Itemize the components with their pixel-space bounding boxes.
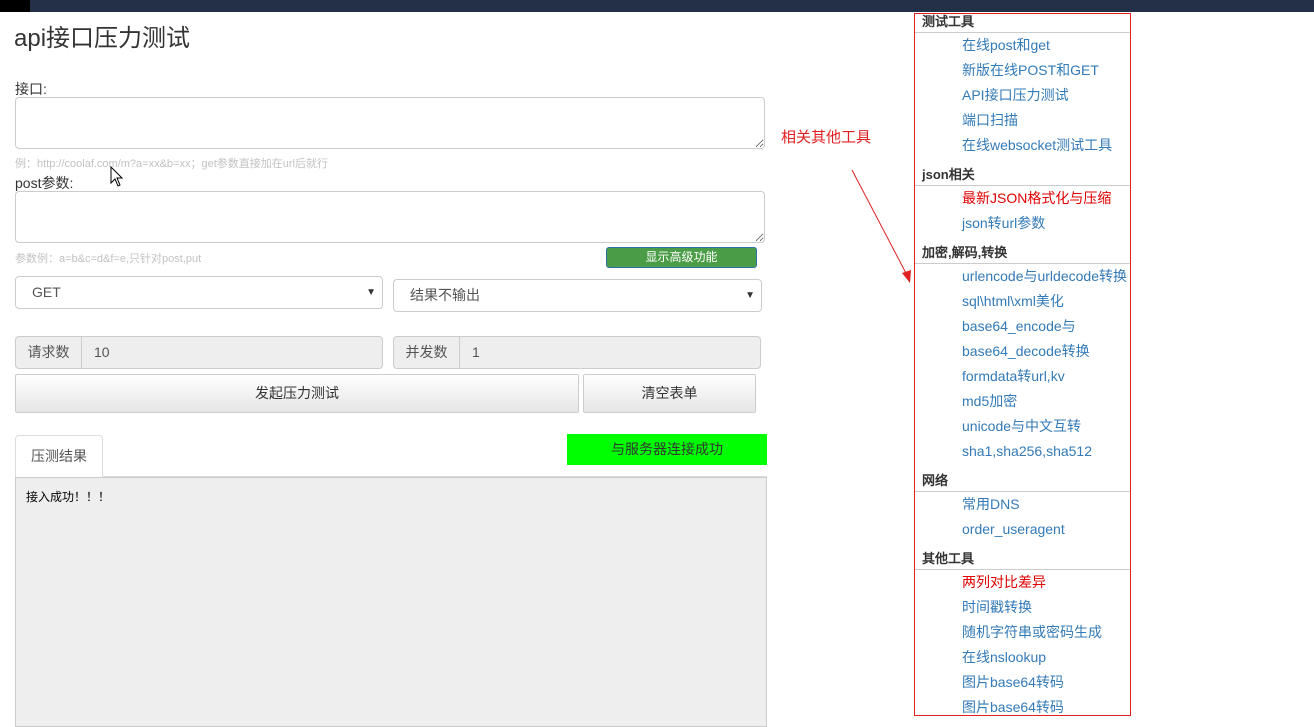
method-select-value: GET [32, 284, 61, 300]
mouse-cursor-icon [110, 166, 124, 187]
sidebar-link[interactable]: sql\html\xml美化 [915, 289, 1130, 314]
url-input[interactable] [15, 97, 765, 149]
connection-status-badge: 与服务器连接成功 [567, 434, 767, 465]
sidebar-section: json相关 最新JSON格式化与压缩 json转url参数 [915, 167, 1130, 236]
result-output: 接入成功！！！ [15, 477, 767, 727]
caret-down-icon: ▼ [366, 287, 376, 298]
sidebar-link[interactable]: base64_encode与 [915, 314, 1130, 339]
sidebar-section-title: 网络 [915, 473, 1130, 492]
sidebar-link[interactable]: 时间戳转换 [915, 595, 1130, 620]
sidebar-section: 其他工具 两列对比差异 时间戳转换 随机字符串或密码生成 在线nslookup 图片bas… [915, 551, 1130, 715]
clear-form-button[interactable]: 清空表单 [583, 374, 756, 413]
sidebar-link[interactable]: order_useragent [915, 517, 1130, 542]
sidebar-section: 测试工具 在线post和get 新版在线POST和GET API接口压力测试 端口扫描在… [915, 14, 1130, 158]
nav-logo-block [0, 0, 30, 12]
sidebar-section: 网络 常用DNS order_useragent [915, 473, 1130, 542]
sidebar-link[interactable]: json转url参数 [915, 211, 1130, 236]
show-advanced-button[interactable]: 显示高级功能 [606, 247, 757, 268]
sidebar-link[interactable]: urlencode与urldecode转换 [915, 264, 1130, 289]
sidebar-link[interactable]: 在线post和get [915, 33, 1130, 58]
related-tools-annotation: 相关其他工具 [781, 129, 872, 146]
sidebar-link[interactable]: API接口压力测试 [915, 83, 1130, 108]
sidebar-section-title: 加密,解码,转换 [915, 245, 1130, 264]
sidebar-link[interactable]: 最新JSON格式化与压缩 [915, 186, 1130, 211]
sidebar-link[interactable]: base64_decode转换 [915, 339, 1130, 364]
sidebar-link[interactable]: formdata转url,kv [915, 364, 1130, 389]
sidebar-link[interactable]: 在线nslookup [915, 645, 1130, 670]
concurrency-label: 并发数 [394, 337, 460, 368]
request-count-group: 请求数 10 [15, 336, 383, 369]
sidebar-section-title: json相关 [915, 167, 1130, 186]
output-select-value: 结果不输出 [410, 287, 480, 303]
sidebar-link[interactable]: 图片base64转码 [915, 695, 1130, 715]
post-params-label: post参数: [15, 175, 74, 191]
sidebar-link[interactable]: 两列对比差异 [915, 570, 1130, 595]
result-output-text: 接入成功！！！ [26, 490, 111, 504]
sidebar-link[interactable]: unicode与中文互转 [915, 414, 1130, 439]
output-select[interactable]: 结果不输出 ▼ [393, 279, 762, 312]
tab-stress-result[interactable]: 压测结果 [15, 435, 103, 477]
sidebar-link[interactable]: 图片base64转码 [915, 670, 1130, 695]
sidebar-link[interactable]: 在线websocket测试工具 [915, 133, 1130, 158]
sidebar-link[interactable]: 端口扫描 [915, 108, 1130, 133]
concurrency-input[interactable]: 1 [460, 337, 760, 368]
url-label: 接口: [15, 81, 47, 97]
sidebar-link[interactable]: sha1,sha256,sha512 [915, 439, 1130, 464]
concurrency-group: 并发数 1 [393, 336, 761, 369]
sidebar-link[interactable]: 常用DNS [915, 492, 1130, 517]
sidebar-section-title: 其他工具 [915, 551, 1130, 570]
related-tools-sidebar: 测试工具 在线post和get 新版在线POST和GET API接口压力测试 端口扫描在… [914, 13, 1131, 716]
sidebar-link[interactable]: md5加密 [915, 389, 1130, 414]
sidebar-section-title: 测试工具 [915, 14, 1130, 33]
caret-down-icon: ▼ [745, 290, 755, 301]
top-nav-bar [0, 0, 1314, 12]
sidebar-section: 加密,解码,转换 urlencode与urldecode转换 sql\html\xm… [915, 245, 1130, 464]
start-stress-test-button[interactable]: 发起压力测试 [15, 374, 579, 413]
post-params-hint: 参数例：a=b&c=d&f=e,只针对post,put [15, 253, 202, 265]
sidebar-link[interactable]: 新版在线POST和GET [915, 58, 1130, 83]
sidebar-link[interactable]: 随机字符串或密码生成 [915, 620, 1130, 645]
url-hint: 例：http://coolaf.com/m?a=xx&b=xx；get参数直接加… [15, 158, 328, 170]
annotation-arrow-icon [851, 169, 911, 283]
method-select[interactable]: GET ▼ [15, 276, 383, 309]
page-title: api接口压力测试 [14, 25, 191, 52]
request-count-input[interactable]: 10 [82, 337, 382, 368]
request-count-label: 请求数 [16, 337, 82, 368]
post-params-input[interactable] [15, 191, 765, 243]
